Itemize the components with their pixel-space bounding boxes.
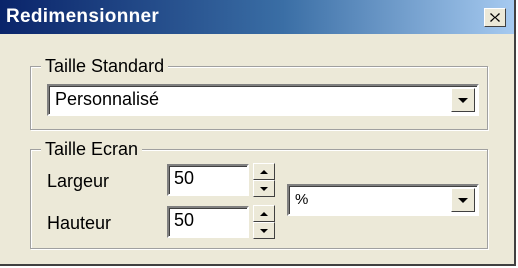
width-decrement-button[interactable] [253, 180, 275, 197]
title-bar[interactable]: Redimensionner [0, 0, 514, 34]
spin-up-icon [260, 211, 268, 216]
width-spinner [253, 163, 275, 197]
close-button[interactable] [484, 8, 506, 27]
height-decrement-button[interactable] [253, 222, 275, 239]
standard-size-dropdown[interactable]: Personnalisé [47, 84, 479, 116]
height-increment-button[interactable] [253, 205, 275, 222]
height-field[interactable]: 50 [167, 206, 249, 238]
width-label: Largeur [47, 171, 110, 191]
screen-size-legend: Taille Ecran [41, 138, 143, 160]
unit-dropdown[interactable]: % [287, 184, 479, 216]
resize-dialog: Redimensionner Taille Standard Personnal… [0, 0, 516, 266]
spin-down-icon [260, 186, 268, 191]
window-title: Redimensionner [6, 6, 160, 27]
width-field[interactable]: 50 [167, 164, 249, 196]
screen-size-group: Taille Ecran Largeur 50 Hauteur 50 % [30, 138, 488, 249]
standard-size-dropdown-button[interactable] [451, 88, 475, 112]
standard-size-group: Taille Standard Personnalisé [30, 55, 488, 130]
unit-selected: % [295, 191, 309, 208]
chevron-down-icon [458, 197, 468, 203]
close-icon [490, 13, 500, 22]
chevron-down-icon [458, 97, 468, 103]
height-spinner [253, 205, 275, 239]
width-increment-button[interactable] [253, 163, 275, 180]
spin-down-icon [260, 228, 268, 233]
height-label: Hauteur [47, 213, 112, 233]
standard-size-legend: Taille Standard [41, 55, 169, 77]
standard-size-selected: Personnalisé [55, 89, 160, 109]
unit-dropdown-button[interactable] [451, 188, 475, 212]
spin-up-icon [260, 169, 268, 174]
